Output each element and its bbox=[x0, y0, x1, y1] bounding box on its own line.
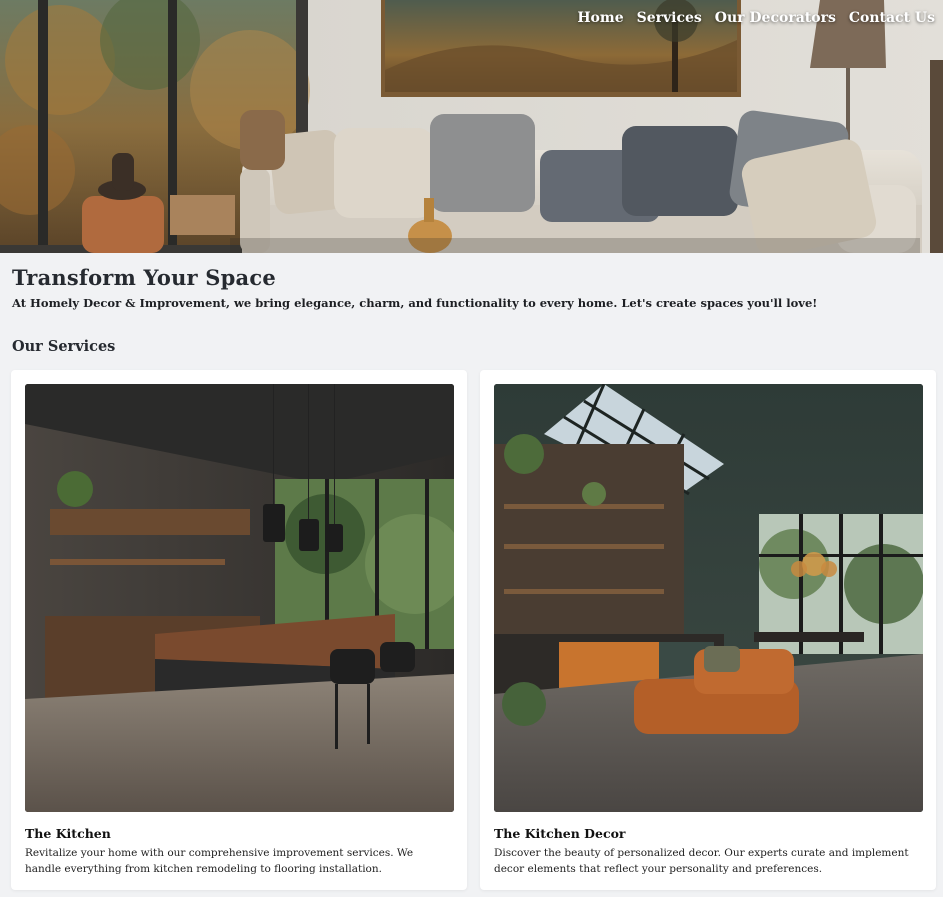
service-card-kitchen-decor: The Kitchen Decor Discover the beauty of… bbox=[480, 370, 936, 890]
nav-link-services[interactable]: Services bbox=[637, 10, 702, 26]
kitchen-decor-image bbox=[494, 384, 923, 812]
services-heading: Our Services bbox=[12, 338, 116, 355]
page-title: Transform Your Space bbox=[12, 265, 276, 290]
card-title: The Kitchen bbox=[25, 826, 111, 841]
nav-link-home[interactable]: Home bbox=[577, 10, 623, 26]
kitchen-image bbox=[25, 384, 454, 812]
hero-living-room-image bbox=[0, 0, 943, 253]
card-description: Discover the beauty of personalized deco… bbox=[494, 847, 909, 875]
card-description: Revitalize your home with our comprehens… bbox=[25, 847, 414, 875]
card-title: The Kitchen Decor bbox=[494, 826, 626, 841]
hero-banner: Home Services Our Decorators Contact Us bbox=[0, 0, 943, 253]
intro-text: At Homely Decor & Improvement, we bring … bbox=[12, 296, 818, 310]
nav-link-our-decorators[interactable]: Our Decorators bbox=[715, 10, 836, 26]
main-navigation: Home Services Our Decorators Contact Us bbox=[577, 10, 935, 26]
service-card-kitchen: The Kitchen Revitalize your home with ou… bbox=[11, 370, 467, 890]
nav-link-contact-us[interactable]: Contact Us bbox=[849, 10, 935, 26]
